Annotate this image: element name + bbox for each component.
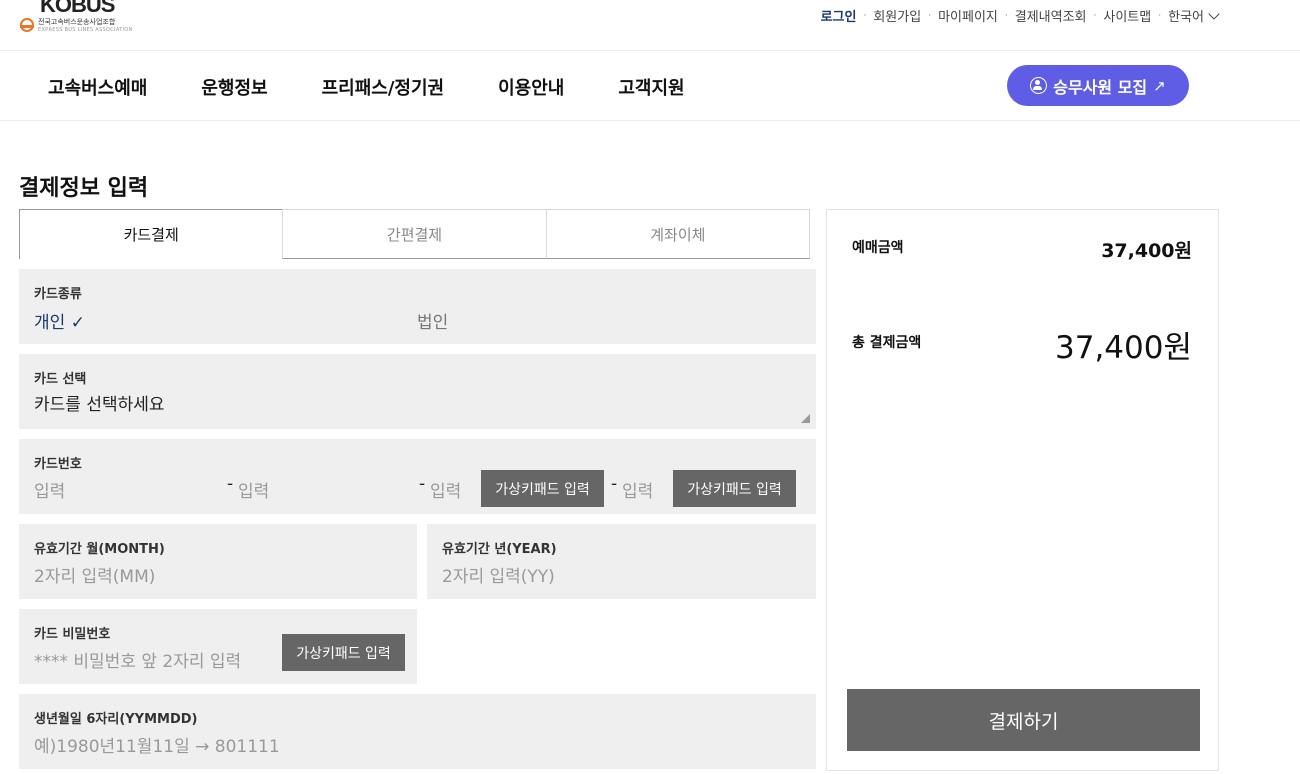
nav-operation-info[interactable]: 운행정보: [201, 74, 267, 100]
card-number-input-3[interactable]: 입력: [430, 477, 461, 502]
virtual-keypad-button-4[interactable]: 가상키패드 입력: [673, 470, 796, 507]
pay-button[interactable]: 결제하기: [847, 689, 1200, 751]
expiry-month-label: 유효기간 월(MONTH): [34, 542, 165, 557]
card-select-value: 카드를 선택하세요: [34, 395, 165, 415]
nav-freepass[interactable]: 프리패스/정기권: [322, 74, 445, 100]
person-icon: [1030, 77, 1048, 94]
ticket-amount-label: 예매금액: [852, 240, 904, 256]
separator-dot: ·: [1158, 10, 1162, 21]
logo-subtitle: 전국고속버스운송사업조합: [38, 18, 116, 26]
nav-divider: [0, 120, 1300, 121]
card-number-dash: -: [611, 474, 618, 494]
tab-easy-payment[interactable]: 간편결제: [282, 209, 547, 259]
check-icon: ✓: [70, 313, 85, 333]
separator-dot: ·: [928, 10, 932, 21]
card-number-label: 카드번호: [34, 457, 82, 472]
birth-date-input[interactable]: 예)1980년11월11일 → 801111: [34, 732, 280, 757]
card-number-dash: -: [227, 474, 234, 494]
card-type-corporate-option[interactable]: 법인: [417, 308, 448, 333]
payment-summary-panel: 예매금액 37,400원 총 결제금액 37,400원 결제하기: [826, 209, 1219, 771]
card-number-input-2[interactable]: 입력: [238, 477, 269, 502]
mypage-link[interactable]: 마이페이지: [938, 6, 998, 25]
card-type-label: 카드종류: [34, 287, 82, 302]
expiry-month-field: 유효기간 월(MONTH) 2자리 입력(MM): [19, 524, 417, 599]
expiry-year-input[interactable]: 2자리 입력(YY): [442, 562, 555, 587]
nav-support[interactable]: 고객지원: [618, 74, 684, 100]
card-select-label: 카드 선택: [34, 372, 87, 387]
ticket-amount-value: 37,400원: [1101, 240, 1192, 262]
card-number-dash: -: [419, 474, 426, 494]
card-password-input[interactable]: **** 비밀번호 앞 2자리 입력: [34, 647, 241, 672]
external-arrow-icon: ↗: [1153, 76, 1166, 95]
card-number-field: 카드번호 입력 - 입력 - 입력 가상키패드 입력 - 입력 가상키패드 입력: [19, 439, 816, 514]
header-divider: [0, 50, 1300, 51]
payment-tabs: 카드결제 간편결제 계좌이체: [19, 209, 810, 259]
birth-date-field: 생년월일 6자리(YYMMDD) 예)1980년11월11일 → 801111: [19, 694, 816, 769]
resize-handle-icon: [801, 414, 810, 423]
nav-bus-reservation[interactable]: 고속버스예매: [48, 74, 147, 100]
expiry-year-label: 유효기간 년(YEAR): [442, 542, 557, 557]
sitemap-link[interactable]: 사이트맵: [1103, 6, 1151, 25]
total-amount-label: 총 결제금액: [852, 335, 922, 351]
language-select[interactable]: 한국어: [1168, 6, 1220, 25]
utility-nav: 로그인 · 회원가입 · 마이페이지 · 결제내역조회 · 사이트맵 · 한국어: [821, 6, 1220, 25]
kobus-logo[interactable]: KOBUS 전국고속버스운송사업조합 EXPRESS BUS LINES ASS…: [18, 0, 138, 40]
payment-history-link[interactable]: 결제내역조회: [1015, 6, 1087, 25]
recruit-button[interactable]: 승무사원 모집 ↗: [1007, 65, 1189, 106]
card-number-input-4[interactable]: 입력: [622, 477, 653, 502]
chevron-down-icon: [1208, 8, 1220, 20]
separator-dot: ·: [1004, 10, 1008, 21]
card-type-personal-option[interactable]: 개인 ✓: [34, 308, 85, 333]
card-type-field: 카드종류 개인 ✓ 법인: [19, 269, 816, 344]
language-label: 한국어: [1168, 10, 1204, 25]
card-number-input-1[interactable]: 입력: [34, 477, 65, 502]
virtual-keypad-button-3[interactable]: 가상키패드 입력: [481, 470, 604, 507]
total-amount-value: 37,400원: [1055, 330, 1192, 366]
signup-link[interactable]: 회원가입: [873, 6, 921, 25]
personal-label: 개인: [34, 313, 66, 333]
separator-dot: ·: [1093, 10, 1097, 21]
recruit-label: 승무사원 모집: [1053, 77, 1148, 97]
card-password-field: 카드 비밀번호 **** 비밀번호 앞 2자리 입력 가상키패드 입력: [19, 609, 417, 684]
login-link[interactable]: 로그인: [821, 6, 857, 25]
expiry-month-input[interactable]: 2자리 입력(MM): [34, 562, 155, 587]
card-select-field[interactable]: 카드 선택 카드를 선택하세요: [19, 354, 816, 429]
virtual-keypad-button-password[interactable]: 가상키패드 입력: [282, 634, 405, 671]
nav-guide[interactable]: 이용안내: [498, 74, 564, 100]
expiry-year-field: 유효기간 년(YEAR) 2자리 입력(YY): [427, 524, 816, 599]
card-password-label: 카드 비밀번호: [34, 627, 111, 642]
separator-dot: ·: [863, 10, 867, 21]
main-nav: 고속버스예매 운행정보 프리패스/정기권 이용안내 고객지원: [48, 74, 739, 100]
page-title: 결제정보 입력: [19, 176, 149, 201]
tab-card-payment[interactable]: 카드결제: [19, 209, 284, 259]
logo-brand: KOBUS: [40, 0, 115, 17]
tab-bank-transfer[interactable]: 계좌이체: [545, 209, 810, 259]
logo-emblem-icon: [20, 18, 34, 32]
birth-date-label: 생년월일 6자리(YYMMDD): [34, 712, 198, 727]
logo-subtitle-en: EXPRESS BUS LINES ASSOCIATION: [38, 27, 133, 33]
